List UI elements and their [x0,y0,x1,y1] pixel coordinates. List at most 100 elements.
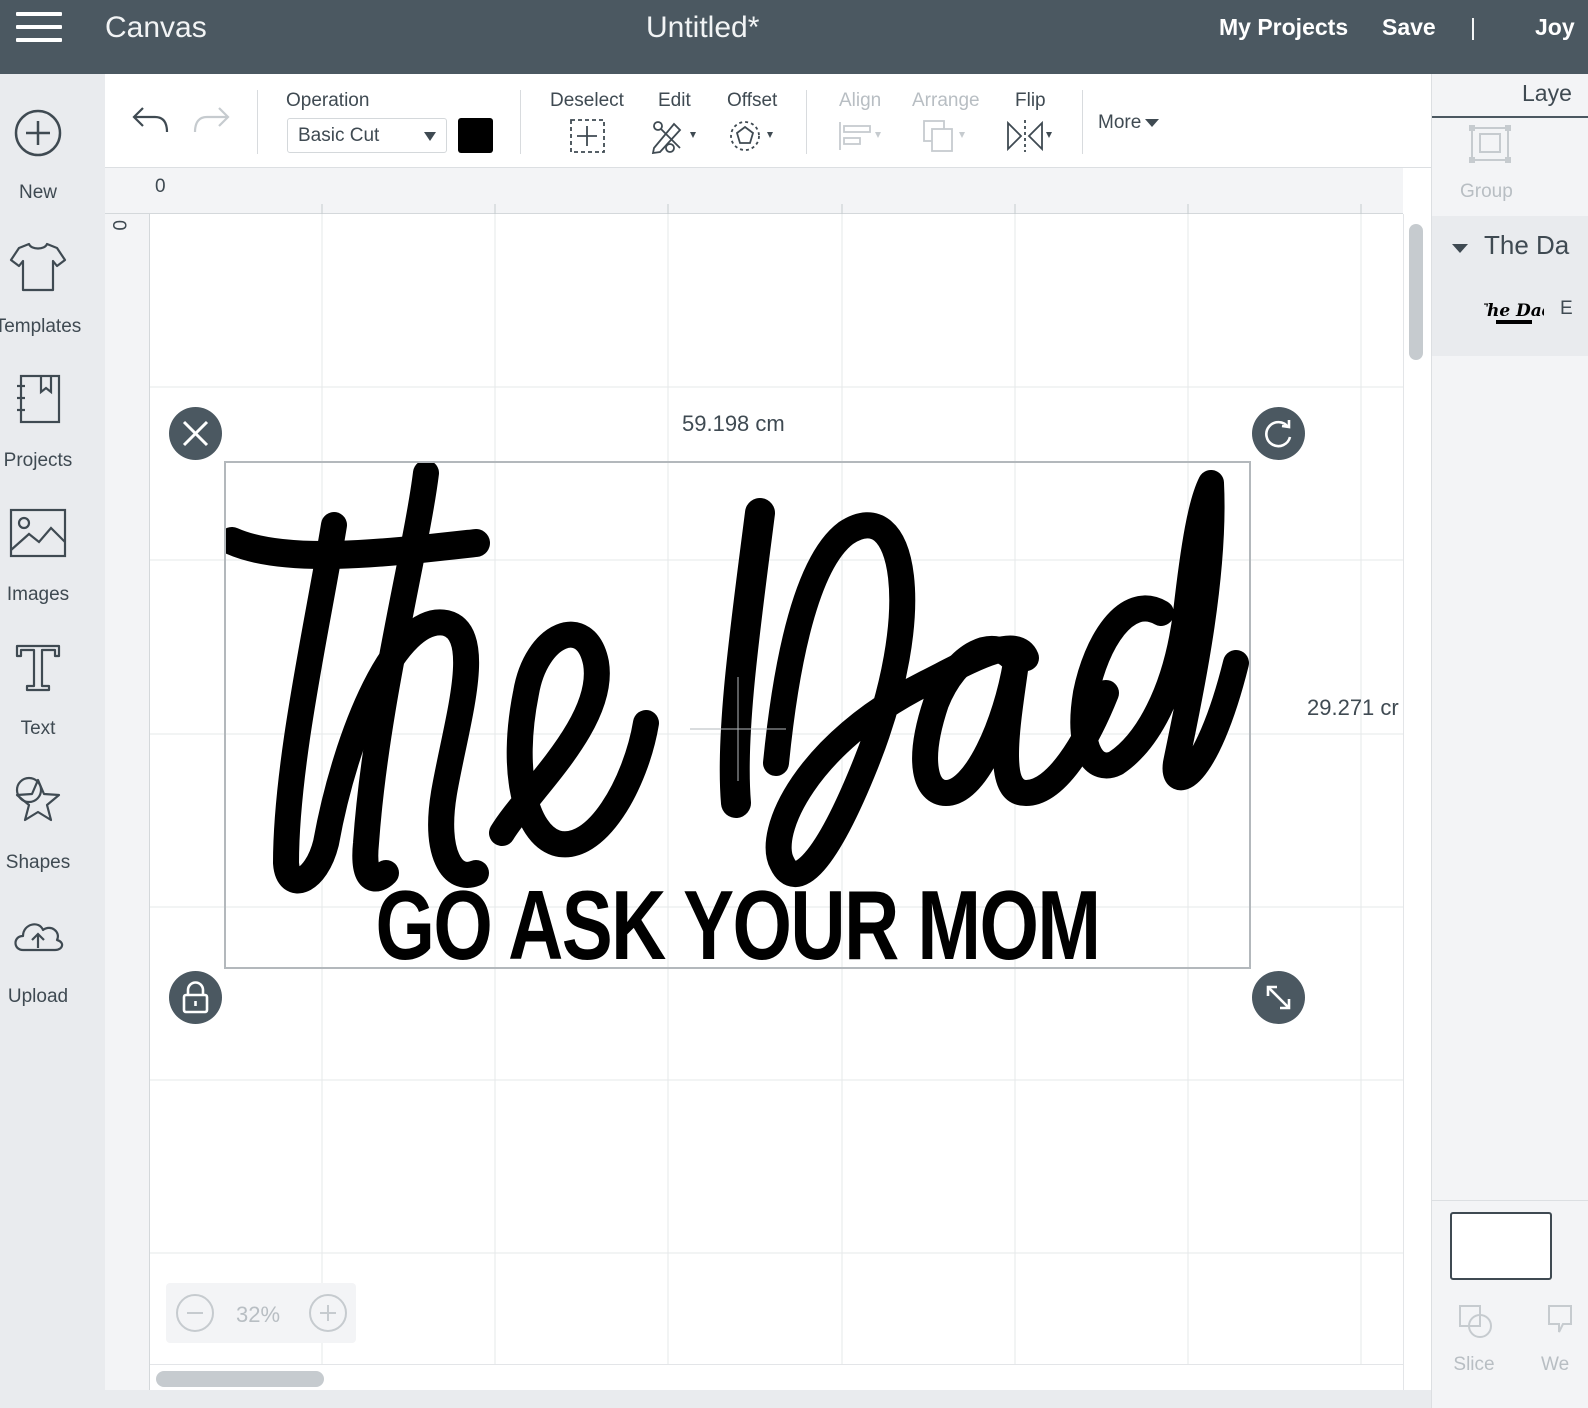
document-title[interactable]: Untitled* [646,11,759,45]
arrange-icon[interactable] [921,118,973,154]
weld-label: We [1541,1354,1570,1375]
notebook-icon [17,374,61,424]
sidebar-item-text[interactable]: Text [0,642,105,762]
sidebar-item-label: Templates [0,316,82,337]
deselect-icon[interactable] [569,118,607,154]
width-dimension-label: 59.198 cm [682,411,785,436]
zoom-level: 32% [236,1302,281,1327]
chevron-down-icon [424,132,436,141]
slice-button[interactable]: Slice [1434,1296,1514,1396]
slice-label: Slice [1453,1354,1495,1375]
sidebar-item-projects[interactable]: Projects [0,374,105,494]
slice-icon [1459,1305,1492,1338]
toolbar-divider [257,90,258,154]
operation-value: Basic Cut [298,125,380,146]
left-sidebar: New Templates Projects Images Text Shape… [0,74,105,1408]
toolbar-divider [520,90,521,154]
bottom-strip [105,1390,1431,1408]
canvas-color-swatch[interactable] [1450,1212,1552,1280]
toolbar-divider [1082,90,1083,154]
toolbar-divider [806,90,807,154]
operation-dropdown[interactable]: Basic Cut [287,118,447,153]
app-title: Canvas [105,11,207,44]
sidebar-item-label: Shapes [5,852,71,873]
flip-label: Flip [1015,90,1046,111]
close-icon [182,420,209,447]
layer-group-row[interactable]: The Da The Dad E [1432,216,1588,356]
align-label: Align [839,90,882,111]
layer-cut-label: E [1560,298,1573,319]
layers-tab[interactable]: Laye [1522,80,1572,107]
vertical-scroll-thumb[interactable] [1409,224,1423,360]
horizontal-scroll-thumb[interactable] [156,1371,324,1387]
deselect-label: Deselect [550,90,624,111]
undo-icon[interactable] [131,102,171,138]
operation-label: Operation [286,90,370,111]
sidebar-item-images[interactable]: Images [0,508,105,628]
resize-handle[interactable] [1252,971,1305,1024]
top-ruler-ticks [321,204,1362,214]
sidebar-item-upload[interactable]: Upload [0,910,105,1030]
sidebar-item-label: Images [6,584,70,605]
offset-icon[interactable] [729,118,781,154]
flip-icon[interactable] [1005,118,1061,154]
left-ruler-zero: 0 [108,220,129,231]
sidebar-item-label: Text [20,718,56,739]
layers-tab-underline [1432,116,1588,118]
align-icon[interactable] [837,118,889,154]
my-projects-link[interactable]: My Projects [1219,14,1348,41]
caret-down-icon[interactable] [1452,244,1468,253]
sidebar-item-label: Projects [3,450,73,471]
shapes-icon [15,776,61,822]
edit-scissors-pencil-icon[interactable] [650,118,704,154]
operation-color-swatch[interactable] [458,118,493,153]
group-label: Group [1460,181,1513,202]
sidebar-item-label: New [18,182,57,203]
sidebar-item-new[interactable]: New [0,106,105,226]
design-canvas[interactable]: 59.198 cm 29.271 cr GO ASK YOUR MOM [150,214,1403,1364]
tshirt-icon [9,242,67,292]
resize-arrows-icon [1266,985,1291,1010]
top-divider: | [1470,14,1476,40]
height-dimension-label: 29.271 cr [1307,695,1399,720]
weld-icon [1548,1305,1572,1333]
save-button[interactable]: Save [1382,14,1436,41]
delete-handle[interactable] [169,407,222,460]
vertical-scrollbar[interactable] [1403,214,1431,1408]
top-ruler-zero: 0 [155,176,166,197]
edit-toolbar: Operation Basic Cut Deselect Edit Offset… [105,74,1431,168]
hamburger-menu-icon[interactable] [16,12,62,46]
top-ruler: 0 [105,168,1403,214]
redo-icon[interactable] [191,102,231,138]
sidebar-item-label: Upload [7,986,69,1007]
edit-label: Edit [658,90,691,111]
layer-group-name: The Da [1484,230,1570,260]
rotate-icon [1265,420,1292,448]
left-ruler: 0 [105,214,150,1408]
lock-icon [182,981,209,1014]
group-icon [1469,125,1511,163]
more-label: More [1098,112,1142,133]
top-bar: Canvas Untitled* My Projects Save | Joy [0,0,1588,74]
arrange-label: Arrange [912,90,980,111]
horizontal-scrollbar[interactable] [150,1364,1403,1390]
sidebar-item-templates[interactable]: Templates [0,240,105,360]
zoom-control: 32% [166,1283,356,1343]
offset-label: Offset [727,90,778,111]
rotate-handle[interactable] [1252,407,1305,460]
zoom-in-button[interactable] [309,1294,347,1332]
weld-button[interactable]: We [1529,1296,1588,1396]
cloud-upload-icon [14,923,64,952]
zoom-out-button[interactable] [176,1294,214,1332]
image-icon [9,508,67,558]
user-menu[interactable]: Joy [1535,14,1575,41]
plus-circle-icon [14,109,62,157]
layer-thumbnail-text: The Dad [1484,301,1544,321]
sidebar-item-shapes[interactable]: Shapes [0,776,105,896]
chevron-down-icon [1145,118,1160,127]
lock-handle[interactable] [169,971,222,1024]
text-t-icon [15,644,61,692]
selection-bounding-box[interactable] [224,461,1251,969]
more-dropdown[interactable]: More [1098,112,1160,134]
layers-panel: Laye Group The Da The Dad E Slice [1431,74,1588,1408]
